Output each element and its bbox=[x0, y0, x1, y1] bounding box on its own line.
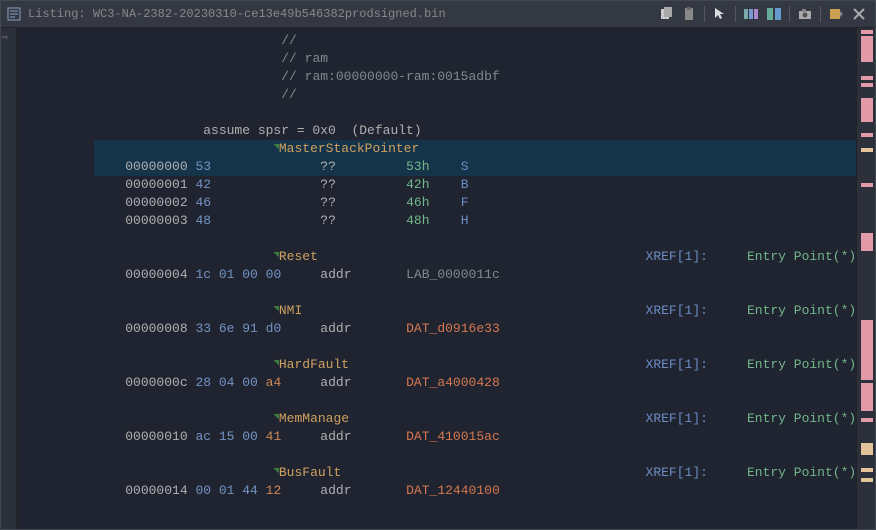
operand-ref[interactable]: DAT_410015ac bbox=[406, 429, 500, 444]
address: 00000010 bbox=[125, 429, 187, 444]
label-busfault[interactable]: BusFault bbox=[279, 465, 341, 480]
address: 00000001 bbox=[125, 177, 187, 192]
mnemonic: ?? bbox=[320, 177, 336, 192]
paste-button[interactable] bbox=[678, 4, 700, 24]
xref[interactable]: XREF[1]: bbox=[646, 465, 708, 480]
address: 00000004 bbox=[125, 267, 187, 282]
address: 00000000 bbox=[125, 159, 187, 174]
mnemonic: ?? bbox=[320, 159, 336, 174]
ascii-value: S bbox=[461, 159, 469, 174]
marker-icon: ◥ bbox=[273, 250, 278, 260]
overview-ruler[interactable] bbox=[856, 28, 876, 530]
bytes: 53 bbox=[195, 159, 211, 174]
listing-view[interactable]: // // ram // ram:00000000-ram:0015adbf /… bbox=[94, 28, 856, 530]
label-msp[interactable]: MasterStackPointer bbox=[279, 141, 419, 156]
xref[interactable]: XREF[1]: bbox=[646, 303, 708, 318]
label-memmanage[interactable]: MemManage bbox=[279, 411, 349, 426]
operand-ref[interactable]: LAB_0000011c bbox=[406, 267, 500, 282]
entry-point[interactable]: Entry Point(*) bbox=[747, 411, 856, 426]
menu-button[interactable] bbox=[825, 4, 847, 24]
assume-directive: assume spsr = 0x0 (Default) bbox=[203, 123, 421, 138]
address: 00000014 bbox=[125, 483, 187, 498]
comment-line: // ram:00000000-ram:0015adbf bbox=[281, 69, 499, 84]
window-title: Listing: WC3-NA-2382-20230310-ce13e49b54… bbox=[28, 7, 655, 21]
mnemonic: addr bbox=[320, 321, 351, 336]
address: 00000008 bbox=[125, 321, 187, 336]
bytes-lit: 12 bbox=[266, 483, 282, 498]
gutter: ⇨ bbox=[0, 28, 17, 530]
close-button[interactable] bbox=[848, 4, 870, 24]
ascii-value: H bbox=[461, 213, 469, 228]
xref[interactable]: XREF[1]: bbox=[646, 357, 708, 372]
bytes: 00 01 44 bbox=[195, 483, 265, 498]
comment-line: // bbox=[281, 33, 297, 48]
label-hardfault[interactable]: HardFault bbox=[279, 357, 349, 372]
ascii-value: B bbox=[461, 177, 469, 192]
bytes-lit: a4 bbox=[266, 375, 282, 390]
address: 00000002 bbox=[125, 195, 187, 210]
entry-point[interactable]: Entry Point(*) bbox=[747, 465, 856, 480]
copy-button[interactable] bbox=[655, 4, 677, 24]
marker-icon: ◥ bbox=[273, 466, 278, 476]
titlebar: Listing: WC3-NA-2382-20230310-ce13e49b54… bbox=[0, 0, 876, 28]
arrow-icon: ⇨ bbox=[2, 32, 8, 44]
mnemonic: addr bbox=[320, 483, 351, 498]
hex-value: 42h bbox=[406, 177, 429, 192]
comment-line: // ram bbox=[281, 51, 328, 66]
operand-ref[interactable]: DAT_12440100 bbox=[406, 483, 500, 498]
marker-icon: ◥ bbox=[273, 412, 278, 422]
toolbar bbox=[655, 4, 870, 24]
mnemonic: addr bbox=[320, 375, 351, 390]
label-reset[interactable]: Reset bbox=[279, 249, 318, 264]
ascii-value: F bbox=[461, 195, 469, 210]
cursor-button[interactable] bbox=[709, 4, 731, 24]
marker-icon: ◥ bbox=[273, 304, 278, 314]
hex-value: 46h bbox=[406, 195, 429, 210]
listing-icon bbox=[6, 6, 22, 22]
fields-button[interactable] bbox=[740, 4, 762, 24]
left-margin bbox=[17, 28, 94, 530]
diff-button[interactable] bbox=[763, 4, 785, 24]
mnemonic: ?? bbox=[320, 195, 336, 210]
hex-value: 48h bbox=[406, 213, 429, 228]
comment-line: // bbox=[281, 87, 297, 102]
entry-point[interactable]: Entry Point(*) bbox=[747, 357, 856, 372]
main-area: ⇨ // // ram // ram:00000000-ram:0015adbf… bbox=[0, 28, 876, 530]
bytes-lit: 41 bbox=[266, 429, 282, 444]
entry-point[interactable]: Entry Point(*) bbox=[747, 249, 856, 264]
bytes: 1c 01 00 00 bbox=[195, 267, 281, 282]
listing-content: // // ram // ram:00000000-ram:0015adbf /… bbox=[94, 28, 856, 500]
marker-icon: ◥ bbox=[273, 358, 278, 368]
entry-point[interactable]: Entry Point(*) bbox=[747, 303, 856, 318]
label-nmi[interactable]: NMI bbox=[279, 303, 302, 318]
mnemonic: ?? bbox=[320, 213, 336, 228]
bytes: 42 bbox=[195, 177, 211, 192]
bytes: 33 6e 91 d0 bbox=[195, 321, 281, 336]
bytes: 46 bbox=[195, 195, 211, 210]
bytes: 28 04 00 bbox=[195, 375, 265, 390]
mnemonic: addr bbox=[320, 267, 351, 282]
address: 0000000c bbox=[125, 375, 187, 390]
snapshot-button[interactable] bbox=[794, 4, 816, 24]
xref[interactable]: XREF[1]: bbox=[646, 249, 708, 264]
bytes: ac 15 00 bbox=[195, 429, 265, 444]
operand-ref[interactable]: DAT_d0916e33 bbox=[406, 321, 500, 336]
mnemonic: addr bbox=[320, 429, 351, 444]
hex-value: 53h bbox=[406, 159, 429, 174]
address: 00000003 bbox=[125, 213, 187, 228]
xref[interactable]: XREF[1]: bbox=[646, 411, 708, 426]
bytes: 48 bbox=[195, 213, 211, 228]
marker-icon: ◥ bbox=[273, 142, 278, 152]
operand-ref[interactable]: DAT_a4000428 bbox=[406, 375, 500, 390]
